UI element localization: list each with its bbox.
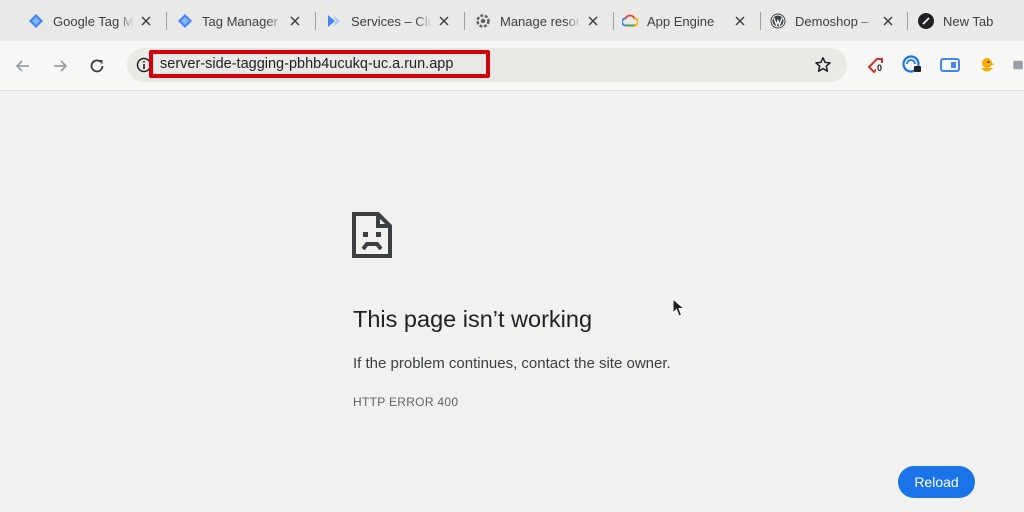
close-tab-icon[interactable] [436,13,452,29]
new-tab-icon [918,13,934,29]
tab-new-tab[interactable]: New Tab [918,6,1024,36]
error-message: If the problem continues, contact the si… [353,355,671,372]
tab-title: New Tab [943,13,994,29]
tab-strip: Google Tag Manager Tag Manager Services … [0,0,1024,41]
tab-manage-resources[interactable]: Manage resources [475,6,601,36]
wordpress-icon [770,13,786,29]
tab-separator [760,12,761,30]
extension-partial-icon[interactable] [1012,53,1024,77]
tab-demoshop[interactable]: Demoshop – [770,6,896,36]
reload-icon[interactable] [85,54,109,78]
extension-duck-icon[interactable] [975,53,999,77]
tab-title: Manage resources [500,13,581,29]
reload-button[interactable]: Reload [898,466,975,498]
close-tab-icon[interactable] [732,13,748,29]
tab-separator [613,12,614,30]
tab-separator [166,12,167,30]
omnibox[interactable]: server-side-tagging-pbhb4ucukq-uc.a.run.… [127,48,847,82]
tab-separator [464,12,465,30]
mouse-cursor-icon [672,298,686,317]
tab-app-engine[interactable]: App Engine [622,6,748,36]
tab-title: Demoshop – [795,13,869,29]
google-cloud-icon [622,13,638,29]
extension-privacy-icon[interactable] [900,53,924,77]
close-tab-icon[interactable] [138,13,154,29]
extension-badge-count: 0 [876,63,884,73]
error-code: HTTP ERROR 400 [353,395,459,409]
url-text[interactable]: server-side-tagging-pbhb4ucukq-uc.a.run.… [160,56,453,72]
tab-separator [907,12,908,30]
tab-title: Google Tag Manager [53,13,134,29]
close-tab-icon[interactable] [287,13,303,29]
gear-icon [475,13,491,29]
tab-google-tag-manager[interactable]: Google Tag Manager [28,6,154,36]
close-tab-icon[interactable] [880,13,896,29]
tab-separator [315,12,316,30]
tab-title: Services – Cloud Run [351,13,432,29]
tab-tag-manager[interactable]: Tag Manager [177,6,303,36]
close-tab-icon[interactable] [585,13,601,29]
forward-arrow-icon[interactable] [48,54,72,78]
cloud-run-icon [326,13,342,29]
bookmark-star-icon[interactable] [813,55,833,75]
browser-toolbar: server-side-tagging-pbhb4ucukq-uc.a.run.… [0,41,1024,91]
extension-tag-assistant-icon[interactable]: 0 [864,53,888,77]
gtm-diamond-icon [28,13,44,29]
extension-id-card-icon[interactable] [938,53,962,77]
tab-title: App Engine [647,13,715,29]
error-heading: This page isn’t working [353,306,593,332]
sad-document-icon [352,212,392,258]
url-highlight-box: server-side-tagging-pbhb4ucukq-uc.a.run.… [149,50,490,78]
tab-title: Tag Manager [202,13,278,29]
gtm-diamond-icon [177,13,193,29]
tab-services-cloud-run[interactable]: Services – Cloud Run [326,6,452,36]
back-arrow-icon[interactable] [11,54,35,78]
